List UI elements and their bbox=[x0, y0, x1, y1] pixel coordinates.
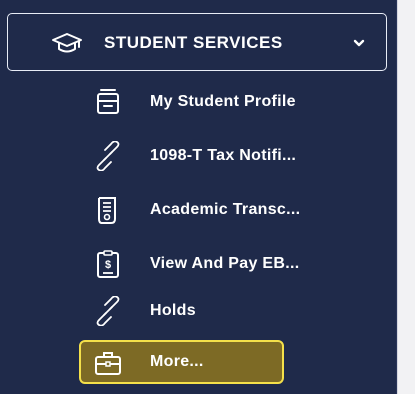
section-title: STUDENT SERVICES bbox=[104, 33, 283, 52]
svg-text:$: $ bbox=[105, 259, 111, 271]
sidebar: STUDENT SERVICES My Student Profile 1098… bbox=[0, 0, 397, 394]
main-content-edge bbox=[397, 0, 415, 394]
menu-item-label: View And Pay EB... bbox=[150, 255, 300, 272]
link-icon bbox=[96, 141, 120, 171]
graduation-cap-icon bbox=[52, 33, 82, 53]
student-services-section-toggle[interactable]: STUDENT SERVICES bbox=[7, 13, 387, 71]
menu-item-label: Holds bbox=[150, 302, 196, 319]
menu-item-label: 1098-T Tax Notifi... bbox=[150, 147, 297, 164]
menu-item-label: My Student Profile bbox=[150, 93, 296, 110]
menu-item-label: More... bbox=[150, 353, 204, 370]
menu-item-holds[interactable]: Holds bbox=[93, 293, 363, 331]
menu-item-my-student-profile[interactable]: My Student Profile bbox=[93, 84, 363, 122]
menu-item-academic-transcript[interactable]: Academic Transc... bbox=[93, 192, 363, 230]
menu-item-1098t-tax-notification[interactable]: 1098-T Tax Notifi... bbox=[93, 138, 363, 176]
chevron-down-icon bbox=[353, 39, 365, 47]
link-icon bbox=[96, 296, 120, 326]
profile-card-icon bbox=[97, 89, 119, 114]
briefcase-icon bbox=[95, 352, 121, 375]
menu-item-more[interactable]: More... bbox=[79, 340, 284, 384]
screenshot-frame: STUDENT SERVICES My Student Profile 1098… bbox=[0, 0, 415, 394]
menu-item-label: Academic Transc... bbox=[150, 201, 301, 218]
bill-clipboard-icon: $ bbox=[97, 250, 119, 278]
menu-item-view-and-pay-ebill[interactable]: $ View And Pay EB... bbox=[93, 246, 363, 284]
transcript-scroll-icon bbox=[98, 197, 116, 224]
